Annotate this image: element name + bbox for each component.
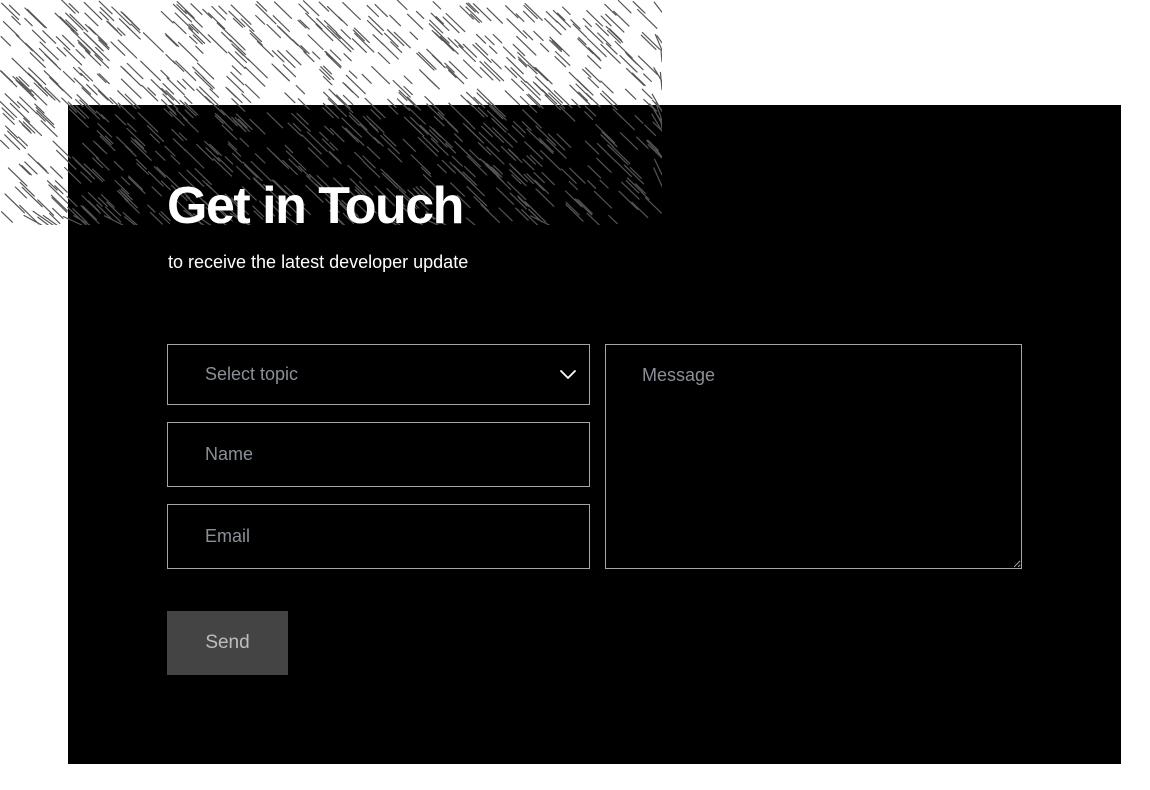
message-field[interactable]	[605, 344, 1022, 569]
send-button[interactable]: Send	[167, 611, 288, 675]
email-field[interactable]	[167, 504, 590, 569]
name-field[interactable]	[167, 422, 590, 487]
page-title: Get in Touch	[167, 177, 464, 235]
page-subtitle: to receive the latest developer update	[168, 252, 469, 272]
topic-select[interactable]: Select topic	[167, 344, 590, 405]
page: Get in Touch to receive the latest devel…	[0, 0, 1150, 790]
topic-select-placeholder: Select topic	[205, 364, 299, 384]
chevron-down-icon	[560, 370, 576, 379]
